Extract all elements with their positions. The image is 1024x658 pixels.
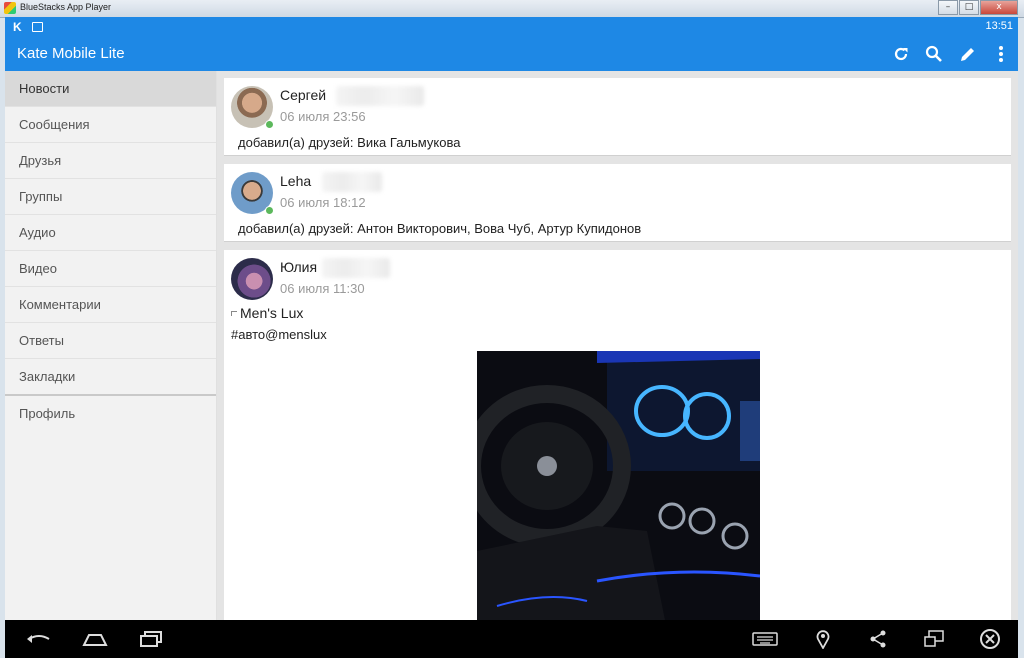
blurred-surname	[336, 86, 424, 106]
online-status-indicator	[265, 120, 274, 129]
post-date: 06 июля 23:56	[280, 109, 366, 124]
sidebar-item-news[interactable]: Новости	[5, 71, 216, 107]
refresh-icon[interactable]	[891, 44, 911, 64]
repost-source[interactable]: Men's Lux	[240, 305, 303, 321]
status-bar: K 13:51	[5, 17, 1018, 37]
overflow-menu-icon[interactable]	[991, 44, 1011, 64]
edit-icon[interactable]	[958, 44, 978, 64]
author-name[interactable]: Юлия	[280, 259, 317, 275]
sidebar-item-video[interactable]: Видео	[5, 251, 216, 287]
post-image[interactable]	[477, 351, 760, 621]
search-icon[interactable]	[924, 44, 944, 64]
maximize-button[interactable]: □	[959, 0, 979, 15]
app-title: Kate Mobile Lite	[17, 45, 125, 62]
sidebar-item-replies[interactable]: Ответы	[5, 323, 216, 359]
sidebar-item-comments[interactable]: Комментарии	[5, 287, 216, 323]
close-app-icon[interactable]	[979, 629, 1001, 651]
android-navigation-bar	[5, 620, 1018, 658]
minimize-button[interactable]: –	[938, 0, 958, 15]
repost-icon	[231, 311, 237, 316]
author-name[interactable]: Leha	[280, 173, 311, 189]
window-title-bar: BlueStacks App Player – □ x	[0, 0, 1024, 18]
window-controls: – □ x	[937, 0, 1018, 15]
post-text: добавил(а) друзей: Вика Гальмукова	[238, 135, 461, 150]
sidebar-item-bookmarks[interactable]: Закладки	[5, 359, 216, 394]
sidebar-item-groups[interactable]: Группы	[5, 179, 216, 215]
author-name[interactable]: Сергей	[280, 87, 326, 103]
recent-apps-icon[interactable]	[138, 629, 166, 649]
news-feed: Сергей 06 июля 23:56 добавил(а) друзей: …	[217, 71, 1018, 621]
rotate-screen-icon[interactable]	[923, 629, 945, 649]
post-date: 06 июля 11:30	[280, 281, 365, 296]
blurred-surname	[322, 172, 382, 192]
blurred-surname	[322, 258, 390, 278]
watermark: PC4ME.RU	[790, 588, 938, 616]
window-title: BlueStacks App Player	[20, 2, 112, 12]
navigation-drawer: Новости Сообщения Друзья Группы Аудио Ви…	[5, 71, 217, 621]
post-text[interactable]: #авто@menslux	[231, 327, 327, 342]
action-bar: Kate Mobile Lite	[5, 37, 1018, 71]
home-icon[interactable]	[81, 629, 109, 649]
sidebar-item-profile[interactable]: Профиль	[5, 396, 216, 431]
post-date: 06 июля 18:12	[280, 195, 366, 210]
sidebar-item-audio[interactable]: Аудио	[5, 215, 216, 251]
online-status-indicator	[265, 206, 274, 215]
keyboard-icon[interactable]	[752, 629, 778, 649]
location-icon[interactable]	[815, 629, 831, 649]
app-screen: K 13:51 Kate Mobile Lite Новости Сообщен…	[5, 17, 1018, 658]
status-time: 13:51	[985, 20, 1013, 32]
screenshot-notification-icon	[32, 22, 43, 32]
kate-notification-icon: K	[13, 20, 22, 34]
feed-item[interactable]: Юлия 06 июля 11:30 Men's Lux #авто@mensl…	[224, 250, 1011, 621]
feed-item[interactable]: Leha 06 июля 18:12 добавил(а) друзей: Ан…	[224, 164, 1011, 242]
sidebar-item-messages[interactable]: Сообщения	[5, 107, 216, 143]
share-icon[interactable]	[868, 629, 888, 649]
back-icon[interactable]	[25, 629, 53, 649]
feed-item[interactable]: Сергей 06 июля 23:56 добавил(а) друзей: …	[224, 78, 1011, 156]
bluestacks-logo-icon	[4, 2, 16, 14]
close-window-button[interactable]: x	[980, 0, 1018, 15]
post-text: добавил(а) друзей: Антон Викторович, Вов…	[238, 221, 642, 236]
avatar[interactable]	[231, 258, 273, 300]
sidebar-item-friends[interactable]: Друзья	[5, 143, 216, 179]
